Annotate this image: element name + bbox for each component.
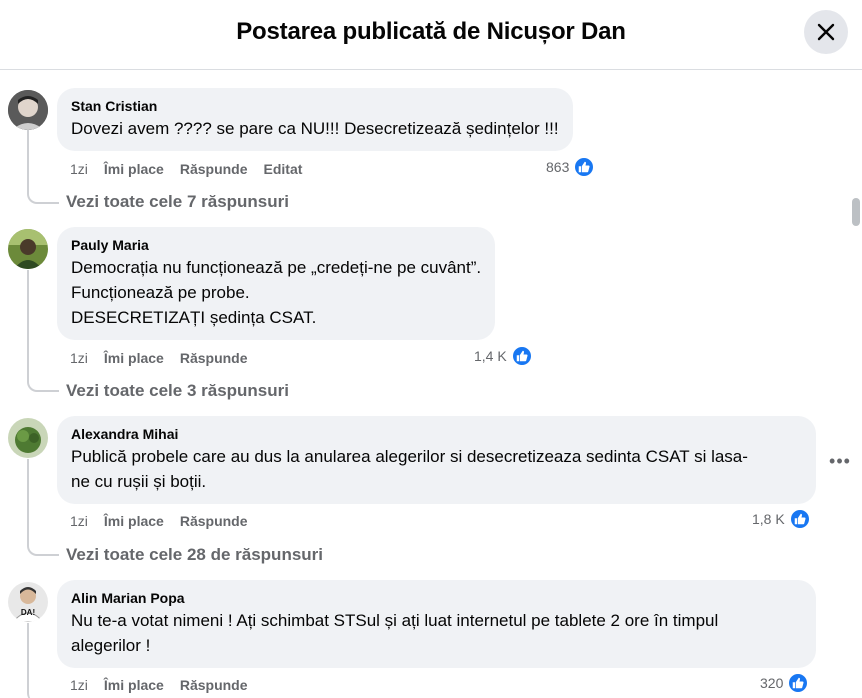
comment-time[interactable]: 1zi <box>70 349 88 367</box>
close-button[interactable] <box>804 10 848 54</box>
thumbs-up-icon <box>510 345 533 367</box>
edited-label: Editat <box>263 161 303 177</box>
more-options-icon[interactable]: ••• <box>826 447 854 475</box>
comment-text-line: Nu te-a votat nimeni ! Ați schimbat STSu… <box>71 611 719 630</box>
reaction-count-value: 863 <box>546 159 570 175</box>
comment-actions: 1zi Îmi place Răspunde <box>70 349 248 367</box>
like-button[interactable]: Îmi place <box>104 676 164 694</box>
comment-author[interactable]: Pauly Maria <box>71 236 481 254</box>
reply-button[interactable]: Răspunde <box>180 160 248 178</box>
view-replies-link[interactable]: Vezi toate cele 7 răspunsuri <box>66 192 289 212</box>
comment-text-line: Democrația nu funcționează pe „credeți-n… <box>71 258 482 277</box>
comment-bubble: Pauly Maria Democrația nu funcționează p… <box>57 227 496 340</box>
comment-bubble: Stan Cristian Dovezi avem ???? se pare c… <box>57 88 573 151</box>
comment-time[interactable]: 1zi <box>70 676 88 694</box>
dialog-header: Postarea publicată de Nicușor Dan <box>0 0 862 70</box>
avatar[interactable] <box>8 229 48 269</box>
comment-time[interactable]: 1zi <box>70 160 88 178</box>
thumbs-up-icon <box>573 156 596 178</box>
reaction-count-value: 320 <box>760 675 784 691</box>
like-button[interactable]: Îmi place <box>104 160 164 178</box>
like-button[interactable]: Îmi place <box>104 349 164 367</box>
comment-author[interactable]: Stan Cristian <box>71 97 559 115</box>
reaction-count[interactable]: 1,8 K <box>752 508 811 530</box>
comment-actions: 1zi Îmi place Răspunde Editat <box>70 160 302 178</box>
thread-line <box>27 130 59 204</box>
reaction-count-value: 1,8 K <box>752 511 785 527</box>
view-replies-link[interactable]: Vezi toate cele 3 răspunsuri <box>66 381 289 401</box>
reply-button[interactable]: Răspunde <box>180 349 248 367</box>
comment-actions: 1zi Îmi place Răspunde <box>70 676 248 694</box>
comment-text-line: ne cu rușii și boții. <box>71 472 207 491</box>
reaction-count[interactable]: 863 <box>546 156 596 178</box>
thumbs-up-icon <box>788 508 811 530</box>
comment-text-line: Funcționează pe probe. <box>71 283 250 302</box>
comment-text-line: DESECRETIZAȚI ședința CSAT. <box>71 308 317 327</box>
reaction-count[interactable]: 1,4 K <box>474 345 533 367</box>
thread-line <box>27 270 59 392</box>
comment-author[interactable]: Alin Marian Popa <box>71 589 802 607</box>
comment-time[interactable]: 1zi <box>70 512 88 530</box>
like-button[interactable]: Îmi place <box>104 512 164 530</box>
dialog-title: Postarea publicată de Nicușor Dan <box>236 18 626 45</box>
thumbs-up-icon <box>787 672 810 694</box>
comment-bubble: Alin Marian Popa Nu te-a votat nimeni ! … <box>57 580 816 668</box>
comment-text: Dovezi avem ???? se pare ca NU!!! Desecr… <box>71 119 559 138</box>
reply-button[interactable]: Răspunde <box>180 512 248 530</box>
avatar[interactable] <box>8 90 48 130</box>
avatar[interactable]: DA! <box>8 582 48 622</box>
svg-text:DA!: DA! <box>21 608 35 617</box>
comment-author[interactable]: Alexandra Mihai <box>71 425 802 443</box>
reaction-count-value: 1,4 K <box>474 348 507 364</box>
scrollbar-thumb[interactable] <box>852 198 860 226</box>
close-icon <box>817 23 835 41</box>
reply-button[interactable]: Răspunde <box>180 676 248 694</box>
reaction-count[interactable]: 320 <box>760 672 810 694</box>
thread-line <box>27 459 59 556</box>
comment-actions: 1zi Îmi place Răspunde <box>70 512 248 530</box>
thread-line <box>27 623 59 698</box>
comment-bubble: Alexandra Mihai Publică probele care au … <box>57 416 816 504</box>
view-replies-link[interactable]: Vezi toate cele 28 de răspunsuri <box>66 545 323 565</box>
comment-text-line: Publică probele care au dus la anularea … <box>71 447 748 466</box>
avatar[interactable] <box>8 418 48 458</box>
comment-text-line: alegerilor ! <box>71 636 151 655</box>
